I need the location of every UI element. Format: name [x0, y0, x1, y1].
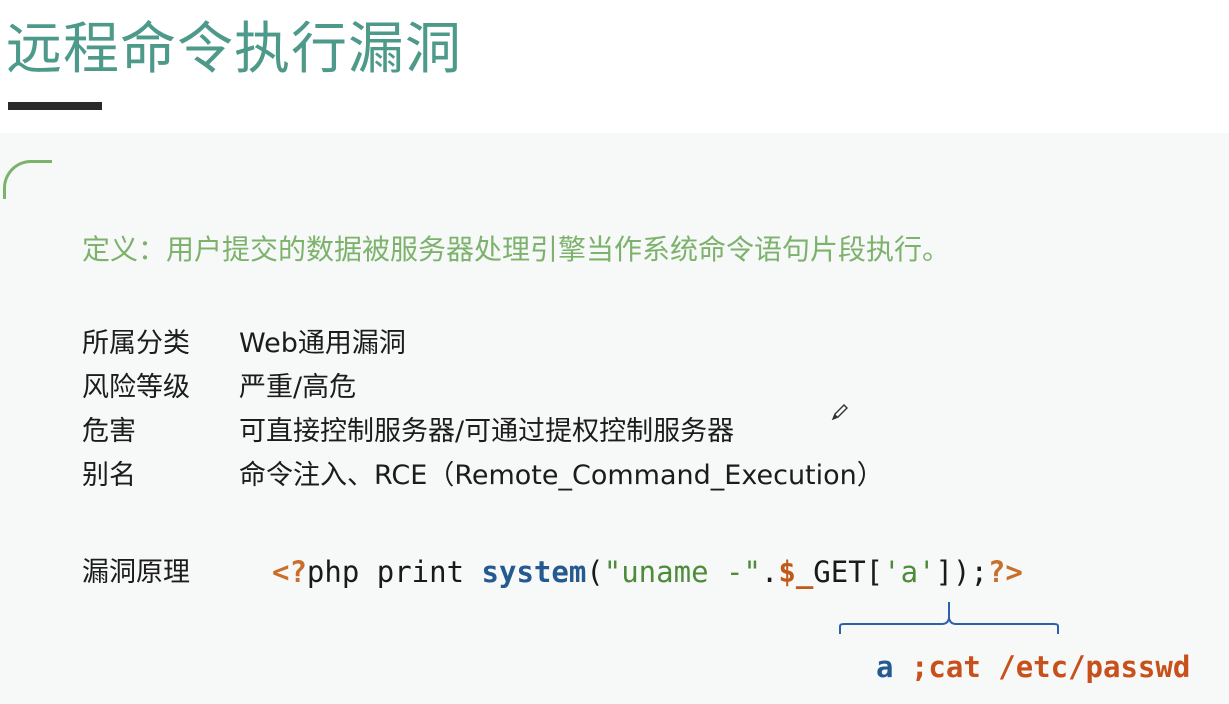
info-value: 命令注入、RCE（Remote_Command_Execution）: [239, 460, 884, 491]
php-close-tag: ?>: [987, 555, 1023, 589]
payload-command: ;cat /etc/passwd: [910, 650, 1191, 684]
info-label: 风险等级: [82, 372, 190, 403]
get-array: GET[: [813, 555, 884, 589]
info-row-harm: 危害 可直接控制服务器/可通过提权控制服务器: [82, 414, 734, 450]
code-tail: ]);: [935, 555, 988, 589]
info-value: Web通用漏洞: [239, 328, 406, 359]
info-label: 所属分类: [82, 328, 190, 359]
concat-dot: .: [760, 555, 779, 589]
php-print-keyword: php print: [306, 555, 482, 589]
info-value: 可直接控制服务器/可通过提权控制服务器: [239, 416, 735, 447]
principle-label: 漏洞原理: [82, 557, 190, 588]
title-underline: [8, 102, 102, 110]
php-open-tag: <?: [272, 555, 307, 589]
info-label: 危害: [82, 416, 136, 447]
system-function: system: [481, 555, 587, 589]
info-row-alias: 别名 命令注入、RCE（Remote_Command_Execution）: [82, 458, 884, 494]
get-var-prefix: $_: [778, 555, 814, 589]
code-snippet: <?php print system("uname -".$_GET['a'])…: [272, 553, 1023, 591]
pencil-cursor-icon: [831, 404, 848, 421]
info-value: 严重/高危: [239, 372, 357, 403]
get-key: 'a': [883, 555, 936, 589]
paren-open: (: [586, 555, 604, 589]
info-row-risk: 风险等级 严重/高危: [82, 370, 356, 406]
definition-text: 定义：用户提交的数据被服务器处理引擎当作系统命令语句片段执行。: [82, 233, 951, 266]
uname-string: "uname -": [603, 555, 761, 589]
brace-bracket: [839, 602, 1059, 634]
payload-example: a ;cat /etc/passwd: [876, 648, 1190, 686]
info-row-category: 所属分类 Web通用漏洞: [82, 326, 406, 362]
info-label: 别名: [82, 460, 136, 491]
payload-param: a: [876, 650, 894, 684]
slide-title: 远程命令执行漏洞: [6, 17, 462, 82]
